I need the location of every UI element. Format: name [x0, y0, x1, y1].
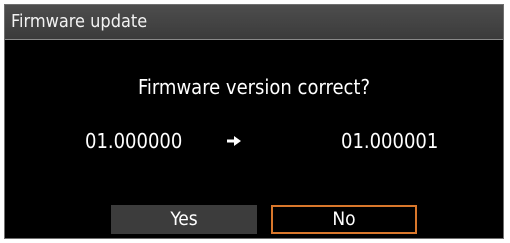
yes-button[interactable]: Yes	[111, 205, 257, 234]
dialog-titlebar: Firmware update	[5, 5, 503, 40]
no-button[interactable]: No	[271, 205, 417, 234]
new-version: 01.000001	[341, 129, 439, 153]
dialog-title: Firmware update	[11, 11, 148, 32]
current-version: 01.000000	[85, 129, 183, 153]
confirm-question: Firmware version correct?	[137, 75, 371, 99]
firmware-update-dialog: Firmware update Firmware version correct…	[4, 4, 504, 239]
right-arrow-icon	[227, 136, 241, 146]
